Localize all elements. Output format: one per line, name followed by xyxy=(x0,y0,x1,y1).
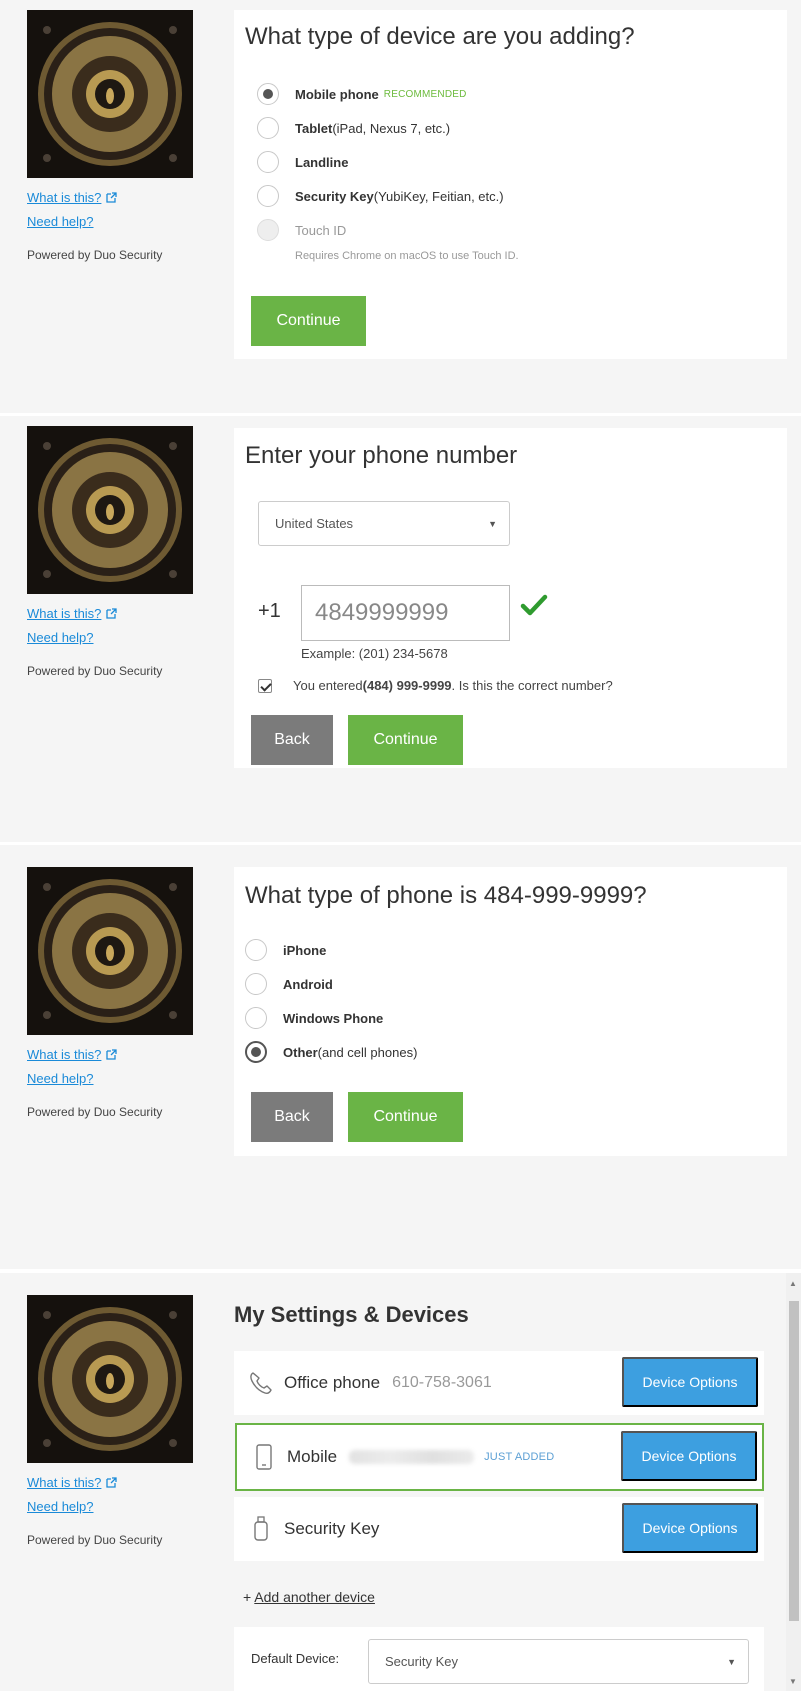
back-button[interactable]: Back xyxy=(251,1092,333,1142)
page-title: Enter your phone number xyxy=(245,442,518,469)
option-mobile-phone[interactable]: Mobile phone RECOMMENDED xyxy=(257,83,467,105)
device-name: Mobile xyxy=(287,1447,338,1466)
need-help-link[interactable]: Need help? xyxy=(27,214,195,229)
country-code-prefix: +1 xyxy=(258,600,281,622)
what-is-this-link[interactable]: What is this? xyxy=(27,606,195,621)
default-device-label: Default Device: xyxy=(251,1651,340,1666)
continue-button[interactable]: Continue xyxy=(348,1092,463,1142)
powered-by-text: Powered by Duo Security xyxy=(27,248,163,262)
external-link-icon xyxy=(106,608,118,619)
what-is-this-link[interactable]: What is this? xyxy=(27,1047,195,1062)
scroll-down-arrow-icon[interactable]: ▼ xyxy=(789,1677,797,1686)
university-logo xyxy=(27,10,193,178)
phone-number-input[interactable]: 4849999999 xyxy=(301,585,510,641)
radio-button[interactable] xyxy=(245,973,267,995)
phone-type-panel: What is this? Need help? Powered by Duo … xyxy=(0,845,801,1269)
powered-by-text: Powered by Duo Security xyxy=(27,664,163,678)
radio-button[interactable] xyxy=(245,1041,267,1063)
sidebar: What is this? Need help? Powered by Duo … xyxy=(27,867,195,1119)
option-other[interactable]: Other (and cell phones) xyxy=(245,1041,417,1063)
device-number: 610-758-3061 xyxy=(392,1374,492,1391)
need-help-link[interactable]: Need help? xyxy=(27,1499,195,1514)
back-button[interactable]: Back xyxy=(251,715,333,765)
radio-button[interactable] xyxy=(257,83,279,105)
device-row-mobile: Mobile JUST ADDED Device Options xyxy=(235,1423,764,1491)
sidebar: What is this? Need help? Powered by Duo … xyxy=(27,426,195,678)
phone-number-panel: What is this? Need help? Powered by Duo … xyxy=(0,416,801,842)
valid-check-icon xyxy=(520,594,548,616)
confirm-checkbox[interactable] xyxy=(258,678,272,693)
option-android[interactable]: Android xyxy=(245,973,333,995)
device-options-button[interactable]: Device Options xyxy=(621,1431,757,1481)
scroll-up-arrow-icon[interactable]: ▲ xyxy=(789,1279,797,1288)
external-link-icon xyxy=(106,192,118,203)
default-device-select[interactable]: Security Key ▼ xyxy=(368,1639,749,1684)
device-row-security-key: Security Key Device Options xyxy=(234,1497,764,1561)
redacted-number xyxy=(349,1450,475,1464)
radio-button[interactable] xyxy=(257,151,279,173)
device-row-office-phone: Office phone 610-758-3061 Device Options xyxy=(234,1351,764,1415)
chevron-down-icon: ▼ xyxy=(488,518,497,529)
continue-button[interactable]: Continue xyxy=(251,296,366,346)
university-logo xyxy=(27,867,193,1035)
page-title: What type of device are you adding? xyxy=(245,23,635,50)
powered-by-text: Powered by Duo Security xyxy=(27,1533,163,1547)
powered-by-text: Powered by Duo Security xyxy=(27,1105,163,1119)
phone-example-hint: Example: (201) 234-5678 xyxy=(301,646,448,661)
add-device-row: + Add another device xyxy=(243,1589,375,1605)
radio-button[interactable] xyxy=(257,117,279,139)
sidebar: What is this? Need help? Powered by Duo … xyxy=(27,10,195,262)
what-is-this-link[interactable]: What is this? xyxy=(27,1475,195,1490)
device-name: Security Key xyxy=(284,1519,380,1538)
radio-button[interactable] xyxy=(245,1007,267,1029)
page-title: My Settings & Devices xyxy=(234,1302,469,1327)
confirm-number-row[interactable]: You entered (484) 999-9999. Is this the … xyxy=(258,678,613,693)
sidebar: What is this? Need help? Powered by Duo … xyxy=(27,1295,195,1547)
default-device-card: Default Device: Security Key ▼ xyxy=(234,1627,764,1691)
option-tablet[interactable]: Tablet (iPad, Nexus 7, etc.) xyxy=(257,117,450,139)
device-type-card: What type of device are you adding? Mobi… xyxy=(234,10,787,359)
radio-button[interactable] xyxy=(257,185,279,207)
continue-button[interactable]: Continue xyxy=(348,715,463,765)
phone-type-card: What type of phone is 484-999-9999? iPho… xyxy=(234,867,787,1156)
option-windows-phone[interactable]: Windows Phone xyxy=(245,1007,383,1029)
add-another-device-link[interactable]: Add another device xyxy=(254,1589,375,1605)
usb-key-icon xyxy=(246,1514,276,1544)
option-landline[interactable]: Landline xyxy=(257,151,348,173)
radio-button-disabled xyxy=(257,219,279,241)
just-added-badge: JUST ADDED xyxy=(484,1451,555,1463)
what-is-this-link[interactable]: What is this? xyxy=(27,190,195,205)
need-help-link[interactable]: Need help? xyxy=(27,630,195,645)
chevron-down-icon: ▼ xyxy=(727,1656,736,1667)
need-help-link[interactable]: Need help? xyxy=(27,1071,195,1086)
external-link-icon xyxy=(106,1049,118,1060)
lehigh-seal-icon xyxy=(27,426,193,594)
option-security-key[interactable]: Security Key (YubiKey, Feitian, etc.) xyxy=(257,185,504,207)
scroll-thumb[interactable] xyxy=(789,1301,799,1621)
university-logo xyxy=(27,1295,193,1463)
lehigh-seal-icon xyxy=(27,1295,193,1463)
scrollbar[interactable]: ▲ ▼ xyxy=(786,1273,801,1691)
device-name: Office phone xyxy=(284,1373,381,1392)
recommended-badge: RECOMMENDED xyxy=(383,88,467,100)
option-touch-id: Touch ID xyxy=(257,219,346,241)
device-options-button[interactable]: Device Options xyxy=(622,1357,758,1407)
mobile-phone-icon xyxy=(249,1442,279,1472)
phone-handset-icon xyxy=(246,1368,276,1398)
page-title: What type of phone is 484-999-9999? xyxy=(245,882,647,909)
radio-button[interactable] xyxy=(245,939,267,961)
lehigh-seal-icon xyxy=(27,867,193,1035)
device-type-panel: What is this? Need help? Powered by Duo … xyxy=(0,0,801,413)
university-logo xyxy=(27,426,193,594)
phone-number-card: Enter your phone number United States ▼ … xyxy=(234,428,787,768)
country-select[interactable]: United States ▼ xyxy=(258,501,510,546)
settings-panel: What is this? Need help? Powered by Duo … xyxy=(0,1273,801,1691)
external-link-icon xyxy=(106,1477,118,1488)
touch-id-note: Requires Chrome on macOS to use Touch ID… xyxy=(295,250,519,262)
option-iphone[interactable]: iPhone xyxy=(245,939,326,961)
lehigh-seal-icon xyxy=(27,10,193,178)
device-options-button[interactable]: Device Options xyxy=(622,1503,758,1553)
